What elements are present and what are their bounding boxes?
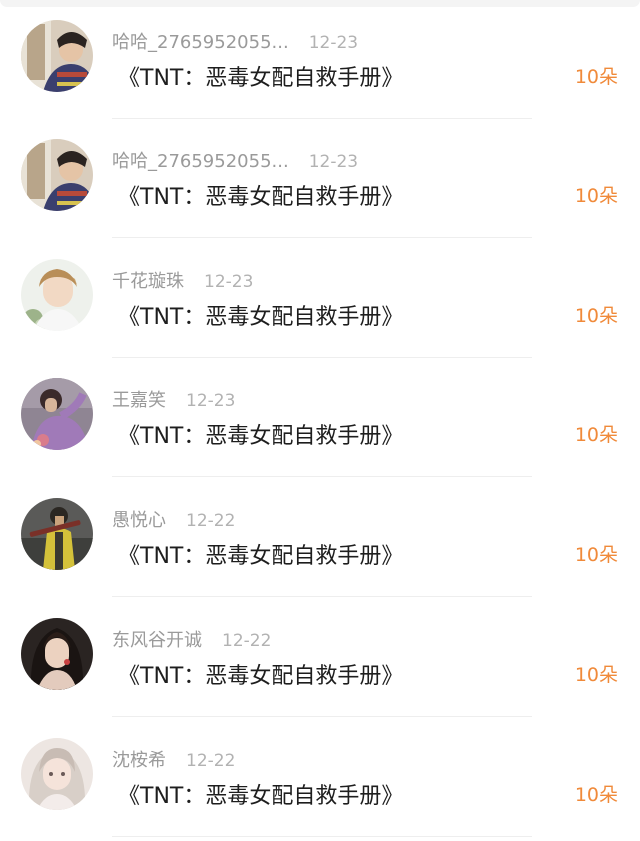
timestamp: 12-22	[222, 631, 272, 651]
divider	[112, 836, 532, 837]
gift-count: 10朵	[574, 185, 618, 207]
username[interactable]: 千花璇珠	[112, 267, 184, 293]
book-title: 《TNT：恶毒女配自救手册》	[118, 185, 404, 210]
list-item[interactable]: 东风谷开诚 12-22 《TNT：恶毒女配自救手册》 10朵	[0, 598, 640, 717]
timestamp: 12-23	[186, 391, 236, 411]
username[interactable]: 王嘉笑	[112, 386, 166, 412]
avatar-boy-blond-icon	[21, 259, 93, 331]
item-meta: 哈哈_2765952055... 12-23	[112, 147, 359, 173]
avatar-girl-purple-icon	[21, 378, 93, 450]
divider	[112, 716, 532, 717]
avatar[interactable]	[21, 20, 93, 92]
username[interactable]: 沈桉希	[112, 746, 166, 772]
username[interactable]: 哈哈_2765952055...	[112, 28, 289, 54]
list-item[interactable]: 哈哈_2765952055... 12-23 《TNT：恶毒女配自救手册》 10朵	[0, 0, 640, 119]
avatar[interactable]	[21, 738, 93, 810]
divider	[112, 476, 532, 477]
timestamp: 12-23	[308, 152, 359, 172]
divider	[112, 596, 532, 597]
book-title: 《TNT：恶毒女配自救手册》	[118, 424, 404, 449]
avatar[interactable]	[21, 139, 93, 211]
username[interactable]: 哈哈_2765952055...	[112, 147, 289, 173]
divider	[112, 237, 532, 238]
avatar-girl-dark-icon	[21, 618, 93, 690]
book-title: 《TNT：恶毒女配自救手册》	[118, 664, 404, 689]
item-meta: 王嘉笑 12-23	[112, 386, 236, 412]
book-title: 《TNT：恶毒女配自救手册》	[118, 784, 404, 809]
gift-count: 10朵	[574, 66, 618, 88]
book-title: 《TNT：恶毒女配自救手册》	[118, 66, 404, 91]
book-title: 《TNT：恶毒女配自救手册》	[118, 305, 404, 330]
item-meta: 东风谷开诚 12-22	[112, 626, 272, 652]
gift-count: 10朵	[574, 544, 618, 566]
avatar[interactable]	[21, 259, 93, 331]
item-meta: 愚悦心 12-22	[112, 506, 236, 532]
avatar-boy-window-icon	[21, 139, 93, 211]
item-meta: 千花璇珠 12-23	[112, 267, 254, 293]
item-meta: 哈哈_2765952055... 12-23	[112, 28, 359, 54]
timestamp: 12-22	[186, 511, 236, 531]
list-item[interactable]: 哈哈_2765952055... 12-23 《TNT：恶毒女配自救手册》 10朵	[0, 119, 640, 238]
timestamp: 12-22	[186, 751, 236, 771]
avatar-girl-light-icon	[21, 738, 93, 810]
list-item[interactable]: 愚悦心 12-22 《TNT：恶毒女配自救手册》 10朵	[0, 478, 640, 597]
username[interactable]: 东风谷开诚	[112, 626, 202, 652]
book-title: 《TNT：恶毒女配自救手册》	[118, 544, 404, 569]
avatar[interactable]	[21, 378, 93, 450]
timestamp: 12-23	[308, 33, 359, 53]
username[interactable]: 愚悦心	[112, 506, 166, 532]
avatar-soldier-yellow-icon	[21, 498, 93, 570]
gift-count: 10朵	[574, 424, 618, 446]
avatar-boy-window-icon	[21, 20, 93, 92]
list-item[interactable]: 沈桉希 12-22 《TNT：恶毒女配自救手册》 10朵	[0, 718, 640, 837]
item-meta: 沈桉希 12-22	[112, 746, 236, 772]
gift-count: 10朵	[574, 784, 618, 806]
list-item[interactable]: 千花璇珠 12-23 《TNT：恶毒女配自救手册》 10朵	[0, 239, 640, 358]
timestamp: 12-23	[204, 272, 254, 292]
avatar[interactable]	[21, 498, 93, 570]
avatar[interactable]	[21, 618, 93, 690]
gift-count: 10朵	[574, 664, 618, 686]
list-item[interactable]: 王嘉笑 12-23 《TNT：恶毒女配自救手册》 10朵	[0, 358, 640, 477]
gift-count: 10朵	[574, 305, 618, 327]
